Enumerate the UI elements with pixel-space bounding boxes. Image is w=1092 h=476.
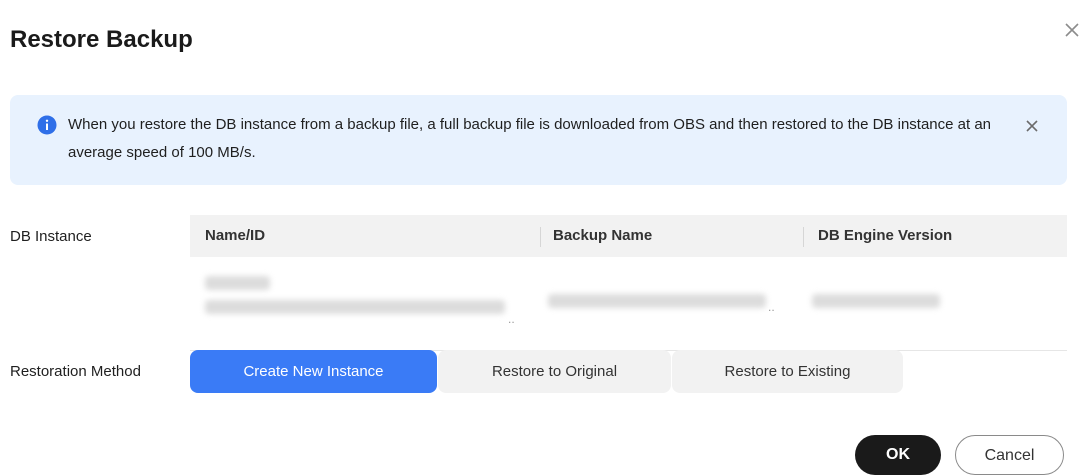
- option-restore-to-original[interactable]: Restore to Original: [438, 350, 671, 393]
- close-icon: [1026, 120, 1038, 132]
- dialog-close-button[interactable]: [1062, 20, 1082, 40]
- table-header: Name/ID Backup Name DB Engine Version: [190, 215, 1067, 257]
- column-name-id: Name/ID: [205, 227, 266, 244]
- option-restore-to-existing[interactable]: Restore to Existing: [672, 350, 903, 393]
- info-icon: [37, 115, 57, 135]
- redacted-name: [205, 276, 270, 290]
- db-instance-label: DB Instance: [10, 228, 92, 245]
- info-alert: When you restore the DB instance from a …: [10, 95, 1067, 185]
- redacted-engine-version: [812, 294, 940, 308]
- close-icon: [1065, 23, 1079, 37]
- column-backup-name: Backup Name: [553, 227, 653, 244]
- alert-close-button[interactable]: [1022, 116, 1042, 136]
- overflow-ellipsis: ..: [768, 300, 775, 314]
- option-create-new-instance[interactable]: Create New Instance: [190, 350, 437, 393]
- restoration-method-label: Restoration Method: [10, 363, 141, 380]
- column-divider: [803, 227, 804, 247]
- column-db-engine-version: DB Engine Version: [818, 227, 953, 244]
- dialog-title: Restore Backup: [10, 26, 193, 53]
- overflow-ellipsis: ..: [508, 312, 515, 326]
- ok-button[interactable]: OK: [855, 435, 941, 475]
- alert-message: When you restore the DB instance from a …: [68, 116, 992, 161]
- column-divider: [540, 227, 541, 247]
- cancel-button[interactable]: Cancel: [955, 435, 1064, 475]
- redacted-backup-name: [548, 294, 766, 308]
- redacted-id: [205, 300, 505, 314]
